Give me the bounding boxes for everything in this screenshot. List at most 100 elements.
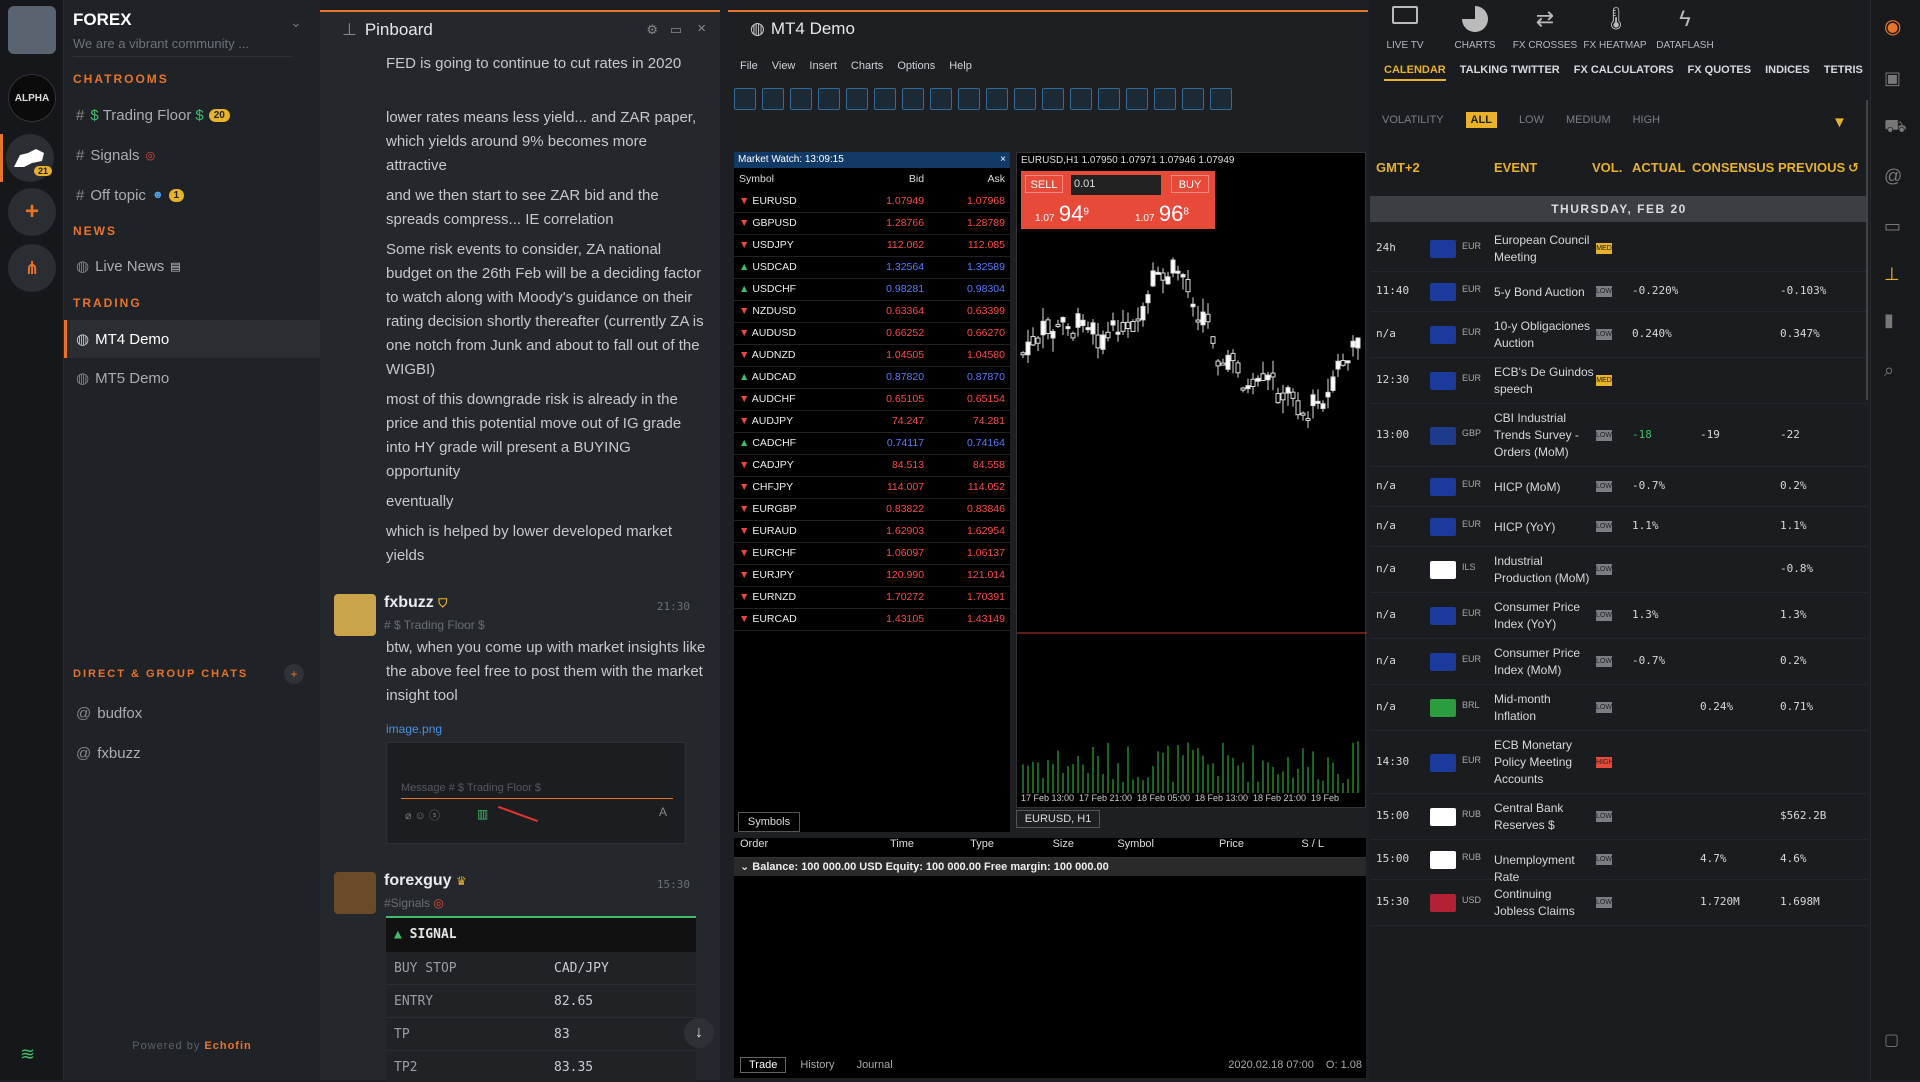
charts-button[interactable]: CHARTS bbox=[1440, 0, 1510, 56]
event-row[interactable]: 15:30 USD Continuing Jobless Claims LOW … bbox=[1370, 880, 1868, 926]
fibonacci-icon[interactable] bbox=[1210, 88, 1232, 110]
at-icon[interactable]: @ bbox=[1884, 166, 1908, 190]
menu-options[interactable]: Options bbox=[897, 60, 935, 72]
fx-heatmap-button[interactable]: 🌡 FX HEATMAP bbox=[1580, 0, 1650, 56]
tab-tetris[interactable]: TETRIS bbox=[1824, 64, 1863, 81]
event-row[interactable]: n/a BRL Mid-month Inflation LOW 0.24% 0.… bbox=[1370, 685, 1868, 731]
tab-symbols[interactable]: Symbols bbox=[738, 812, 800, 832]
folder-icon[interactable]: ▭ bbox=[1884, 216, 1908, 240]
gear-icon[interactable]: ⚙ bbox=[646, 22, 658, 38]
event-row[interactable]: 24h EUR European Council Meeting MED bbox=[1370, 226, 1868, 272]
quote-row[interactable]: ▼ AUDUSD 0.66252 0.66270 bbox=[734, 322, 1010, 344]
fx-crosses-button[interactable]: ⇄ FX CROSSES bbox=[1510, 0, 1580, 56]
channel-signals[interactable]: # Signals ◎ bbox=[64, 136, 320, 174]
share-icon[interactable]: ⋔ bbox=[8, 244, 56, 292]
quote-row[interactable]: ▼ NZDUSD 0.63364 0.63399 bbox=[734, 300, 1010, 322]
event-row[interactable]: n/a EUR 10-y Obligaciones Auction LOW 0.… bbox=[1370, 312, 1868, 358]
new-chart-icon[interactable] bbox=[734, 88, 756, 110]
event-row[interactable]: n/a EUR HICP (MoM) LOW -0.7% 0.2% bbox=[1370, 467, 1868, 507]
quote-row[interactable]: ▼ CADJPY 84.513 84.558 bbox=[734, 454, 1010, 476]
add-server-icon[interactable]: + bbox=[8, 188, 56, 236]
event-row[interactable]: 12:30 EUR ECB's De Guindos speech MED bbox=[1370, 358, 1868, 404]
event-row[interactable]: 15:00 RUB Unemployment Rate LOW 4.7% 4.6… bbox=[1370, 840, 1868, 884]
quote-row[interactable]: ▼ EURUSD 1.07949 1.07968 bbox=[734, 190, 1010, 212]
maximize-icon[interactable]: ▭ bbox=[670, 22, 682, 38]
quote-row[interactable]: ▲ USDCAD 1.32564 1.32589 bbox=[734, 256, 1010, 278]
quote-row[interactable]: ▲ USDCHF 0.98281 0.98304 bbox=[734, 278, 1010, 300]
pin-icon[interactable]: ⊥ bbox=[1884, 264, 1908, 288]
tab-fx-quotes[interactable]: FX QUOTES bbox=[1688, 64, 1752, 81]
channel-mt4-demo[interactable]: ◍ MT4 Demo bbox=[64, 320, 320, 358]
tab-indices[interactable]: INDICES bbox=[1765, 64, 1810, 81]
line-chart-icon[interactable] bbox=[874, 88, 896, 110]
chat-icon[interactable]: ▢ bbox=[1884, 1030, 1908, 1054]
sell-button[interactable]: SELL bbox=[1025, 175, 1063, 193]
collapse-icon[interactable]: ⌄ bbox=[740, 861, 752, 873]
image-attachment[interactable]: Message # $ Trading Floor $ ⌀ ☺ ⓢ ▥ A bbox=[386, 742, 686, 844]
scroll-down-button[interactable]: ↓ bbox=[684, 1018, 714, 1048]
horizontal-line-icon[interactable] bbox=[1098, 88, 1120, 110]
event-row[interactable]: n/a EUR Consumer Price Index (MoM) LOW -… bbox=[1370, 639, 1868, 685]
user-avatar[interactable] bbox=[8, 6, 56, 54]
channel-tag[interactable]: # $ Trading Floor $ bbox=[384, 618, 485, 632]
quote-row[interactable]: ▼ CHFJPY 114.007 114.052 bbox=[734, 476, 1010, 498]
quote-row[interactable]: ▲ CADCHF 0.74117 0.74164 bbox=[734, 432, 1010, 454]
sell-price[interactable]: 1.07 949 bbox=[1035, 201, 1089, 227]
menu-help[interactable]: Help bbox=[949, 60, 972, 72]
filter-medium[interactable]: MEDIUM bbox=[1566, 114, 1611, 126]
quote-row[interactable]: ▲ AUDCAD 0.87820 0.87870 bbox=[734, 366, 1010, 388]
server-alpha[interactable]: ALPHA bbox=[8, 74, 56, 122]
menu-insert[interactable]: Insert bbox=[809, 60, 837, 72]
quote-row[interactable]: ▼ EURCHF 1.06097 1.06137 bbox=[734, 542, 1010, 564]
scrollbar[interactable] bbox=[1866, 100, 1868, 400]
filter-high[interactable]: HIGH bbox=[1633, 114, 1661, 126]
bar-chart-icon[interactable] bbox=[818, 88, 840, 110]
vertical-line-icon[interactable] bbox=[1070, 88, 1092, 110]
event-row[interactable]: 14:30 EUR ECB Monetary Policy Meeting Ac… bbox=[1370, 731, 1868, 794]
add-chat-icon[interactable]: + bbox=[284, 664, 304, 684]
channel-mt5-demo[interactable]: ◍ MT5 Demo bbox=[64, 359, 320, 397]
channel-off-topic[interactable]: # Off topic ☻ 1 bbox=[64, 176, 320, 214]
username[interactable]: fxbuzz ⛉ bbox=[384, 594, 447, 612]
profile-icon[interactable]: ▣ bbox=[1884, 68, 1908, 92]
autoscroll-icon[interactable] bbox=[958, 88, 980, 110]
close-icon[interactable]: × bbox=[1000, 152, 1010, 168]
event-row[interactable]: n/a EUR HICP (YoY) LOW 1.1% 1.1% bbox=[1370, 507, 1868, 547]
quote-row[interactable]: ▼ USDJPY 112.062 112.085 bbox=[734, 234, 1010, 256]
text-icon[interactable] bbox=[1154, 88, 1176, 110]
quote-row[interactable]: ▼ AUDJPY 74.247 74.281 bbox=[734, 410, 1010, 432]
tab-talking-twitter[interactable]: TALKING TWITTER bbox=[1460, 64, 1560, 81]
event-row[interactable]: 11:40 EUR 5-y Bond Auction LOW -0.220% -… bbox=[1370, 272, 1868, 312]
event-row[interactable]: n/a EUR Consumer Price Index (YoY) LOW 1… bbox=[1370, 593, 1868, 639]
new-order-icon[interactable] bbox=[762, 88, 784, 110]
cart-icon[interactable]: ⛟ bbox=[1884, 116, 1908, 140]
chart-shift-icon[interactable] bbox=[986, 88, 1008, 110]
tab-fx-calculators[interactable]: FX CALCULATORS bbox=[1574, 64, 1674, 81]
quote-row[interactable]: ▼ AUDCHF 0.65105 0.65154 bbox=[734, 388, 1010, 410]
menu-file[interactable]: File bbox=[740, 60, 758, 72]
quote-row[interactable]: ▼ EURCAD 1.43105 1.43149 bbox=[734, 608, 1010, 630]
tab-history[interactable]: History bbox=[792, 1058, 842, 1072]
crosshair-icon[interactable] bbox=[1042, 88, 1064, 110]
live-tv-button[interactable]: LIVE TV bbox=[1370, 0, 1440, 56]
menu-charts[interactable]: Charts bbox=[851, 60, 883, 72]
chart-tab[interactable]: EURUSD, H1 bbox=[1016, 810, 1100, 828]
logo-icon[interactable]: ◉ bbox=[1884, 14, 1908, 38]
buy-price[interactable]: 1.07 968 bbox=[1135, 201, 1189, 227]
chevron-down-icon[interactable]: ⌄ bbox=[290, 14, 302, 31]
grid-icon[interactable] bbox=[1182, 88, 1204, 110]
filter-icon[interactable]: ▼ bbox=[1832, 114, 1847, 131]
menu-view[interactable]: View bbox=[772, 60, 796, 72]
avatar[interactable] bbox=[334, 872, 376, 914]
close-icon[interactable]: × bbox=[697, 20, 706, 37]
search-icon[interactable]: ⌕ bbox=[1884, 360, 1908, 384]
bookmark-icon[interactable]: ▮ bbox=[1884, 310, 1908, 334]
dm-budfox[interactable]: @ budfox bbox=[64, 694, 320, 732]
tab-trade[interactable]: Trade bbox=[740, 1057, 787, 1073]
zoom-in-icon[interactable] bbox=[902, 88, 924, 110]
trendline-icon[interactable] bbox=[1126, 88, 1148, 110]
event-row[interactable]: 13:00 GBP CBI Industrial Trends Survey -… bbox=[1370, 404, 1868, 467]
image-link[interactable]: image.png bbox=[386, 722, 442, 736]
tab-calendar[interactable]: CALENDAR bbox=[1384, 64, 1446, 81]
quote-row[interactable]: ▼ EURNZD 1.70272 1.70391 bbox=[734, 586, 1010, 608]
